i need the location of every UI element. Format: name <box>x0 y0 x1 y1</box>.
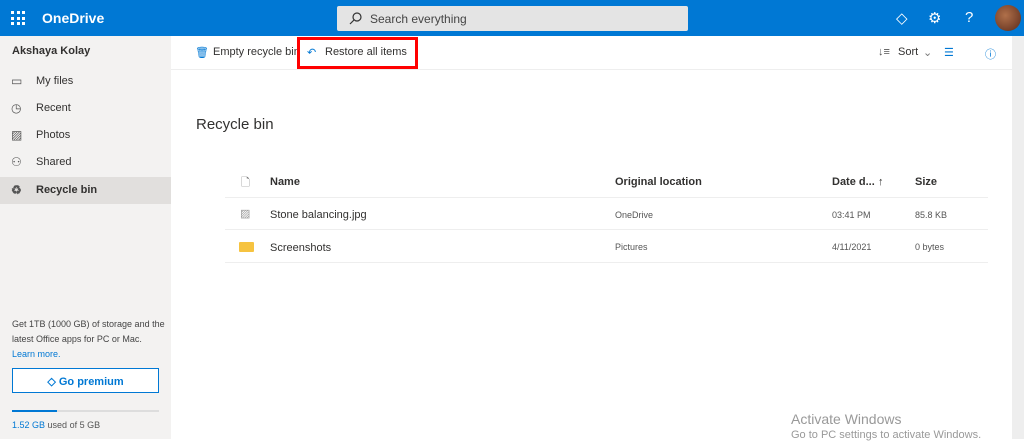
highlight-box <box>297 37 418 69</box>
search-input[interactable]: Search everything <box>337 6 688 31</box>
storage-bar <box>12 410 159 412</box>
people-icon: ⚇ <box>11 155 22 169</box>
trash-icon: 🗑 <box>195 47 209 59</box>
row-size: 85.8 KB <box>915 210 948 220</box>
storage-total: used of 5 GB <box>47 420 101 430</box>
sidebar: Akshaya Kolay ▭ My files ◷ Recent ▨ Photos … <box>0 36 171 439</box>
sort-button[interactable]: Sort <box>898 46 918 58</box>
sort-ascending-icon: ↑ <box>878 176 884 188</box>
table-row[interactable]: Screenshots Pictures 4/11/2021 0 bytes <box>225 230 988 263</box>
app-name[interactable]: OneDrive <box>42 10 104 26</box>
user-name: Akshaya Kolay <box>12 45 91 57</box>
image-file-icon: ▨ <box>240 208 251 220</box>
premium-label: Go premium <box>58 376 124 388</box>
column-date[interactable]: Date d... <box>832 176 875 188</box>
learn-more-link[interactable]: Learn more. <box>12 349 61 359</box>
nav-label: Recent <box>36 102 71 114</box>
nav-label: My files <box>36 75 74 87</box>
sidebar-item-recent[interactable]: ◷ Recent <box>0 95 171 122</box>
row-name[interactable]: Stone balancing.jpg <box>270 209 367 221</box>
empty-recycle-bin-button[interactable]: Empty recycle bin <box>213 46 300 58</box>
storage-text[interactable]: 1.52 GB used of 5 GB <box>12 420 100 430</box>
activate-windows-watermark: Activate Windows Go to PC settings to act… <box>791 411 981 443</box>
sidebar-item-recycle-bin[interactable]: ♻ Recycle bin <box>0 177 171 204</box>
watermark-subtitle: Go to PC settings to activate Windows. <box>791 429 982 441</box>
sort-icon: ↓≡ <box>878 46 890 58</box>
storage-bar-fill <box>12 410 57 412</box>
premium-diamond-icon[interactable]: ◇ <box>896 9 908 27</box>
column-size[interactable]: Size <box>915 176 937 188</box>
nav-label: Recycle bin <box>36 184 98 196</box>
help-icon[interactable]: ? <box>965 9 973 26</box>
top-bar: OneDrive Search everything ◇ ⚙ ? <box>0 0 1024 36</box>
folder-icon <box>239 242 254 252</box>
column-location[interactable]: Original location <box>615 176 702 188</box>
row-date: 03:41 PM <box>832 210 871 220</box>
row-date: 4/11/2021 <box>832 242 872 252</box>
chevron-down-icon: ⌄ <box>923 47 933 59</box>
search-placeholder: Search everything <box>370 12 467 26</box>
settings-gear-icon[interactable]: ⚙ <box>928 9 941 27</box>
sidebar-item-my-files[interactable]: ▭ My files <box>0 68 171 95</box>
avatar[interactable] <box>995 5 1021 31</box>
sidebar-item-photos[interactable]: ▨ Photos <box>0 122 171 149</box>
recycle-bin-icon: ♻ <box>11 183 22 197</box>
info-icon[interactable]: ⓘ <box>985 46 996 62</box>
sidebar-item-shared[interactable]: ⚇ Shared <box>0 149 171 176</box>
column-name[interactable]: Name <box>270 176 300 188</box>
photo-icon: ▨ <box>11 128 23 142</box>
nav-label: Shared <box>36 156 72 168</box>
row-location: OneDrive <box>615 210 654 220</box>
folder-icon: ▭ <box>11 74 23 88</box>
table-row[interactable]: ▨ Stone balancing.jpg OneDrive 03:41 PM … <box>225 198 988 230</box>
promo-body: Get 1TB (1000 GB) of storage and the lat… <box>12 319 165 344</box>
search-icon <box>349 12 362 25</box>
nav-label: Photos <box>36 129 71 141</box>
clock-icon: ◷ <box>11 101 22 115</box>
view-options-icon[interactable]: ☰ <box>944 46 954 59</box>
table-header: 🗋 Name Original location Date d... ↑ Siz… <box>225 168 988 198</box>
row-name[interactable]: Screenshots <box>270 242 331 254</box>
file-type-icon: 🗋 <box>241 177 250 189</box>
go-premium-button[interactable]: ◇ Go premium <box>12 368 159 393</box>
row-size: 0 bytes <box>915 242 945 252</box>
diamond-icon: ◇ <box>47 376 59 388</box>
page-title: Recycle bin <box>196 116 274 133</box>
promo-text: Get 1TB (1000 GB) of storage and the lat… <box>12 317 167 362</box>
app-launcher-icon[interactable] <box>11 11 25 25</box>
row-location: Pictures <box>615 242 648 252</box>
storage-used: 1.52 GB <box>12 420 46 430</box>
scrollbar[interactable] <box>1012 36 1024 439</box>
watermark-title: Activate Windows <box>791 411 902 427</box>
